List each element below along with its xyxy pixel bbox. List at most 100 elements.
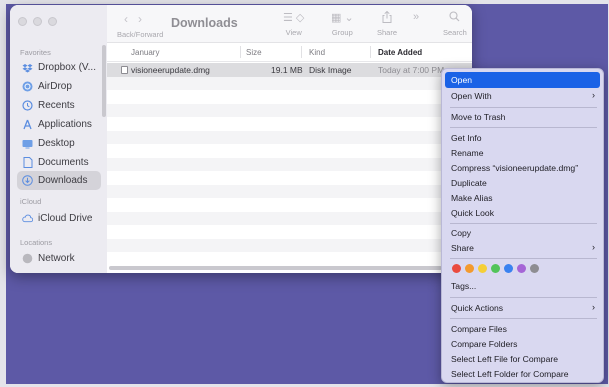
menu-separator [450, 318, 597, 319]
menu-item-move-to-trash[interactable]: Move to Trash [445, 109, 600, 125]
chevron-left-icon[interactable]: ‹ [124, 12, 138, 26]
more-toolbar-button[interactable]: » [413, 11, 419, 24]
search-button[interactable]: Search [443, 11, 467, 37]
search-label: Search [443, 28, 467, 37]
sidebar: Favorites Dropbox (V... AirDrop Recents … [10, 5, 107, 273]
view-label: View [285, 28, 302, 37]
menu-item-duplicate[interactable]: Duplicate [445, 175, 600, 191]
horizontal-scrollbar[interactable] [109, 266, 442, 270]
empty-row [107, 76, 472, 90]
double-chevron-right-icon: » [413, 11, 420, 23]
sidebar-item-label: Desktop [38, 138, 75, 149]
empty-row [107, 238, 472, 252]
chevron-right-icon[interactable]: › [138, 12, 152, 26]
tag-gray-dot[interactable] [530, 264, 539, 273]
sidebar-item-label: AirDrop [38, 81, 72, 92]
group-button[interactable]: ▦ ⌄ Group [331, 11, 354, 37]
menu-item-rename[interactable]: Rename [445, 145, 600, 161]
group-grid-icon: ▦ ⌄ [331, 12, 354, 24]
clock-icon [22, 100, 33, 111]
file-size: 19.1 MB [271, 65, 303, 75]
zoom-window-button[interactable] [48, 17, 57, 26]
network-icon [22, 253, 33, 264]
column-header-size[interactable]: Size [246, 48, 262, 57]
file-list: visioneerupdate.dmg 19.1 MB Disk Image T… [107, 63, 472, 265]
sidebar-item-recents[interactable]: Recents [17, 96, 101, 115]
window-controls [18, 17, 57, 26]
menu-item-compress[interactable]: Compress “visioneerupdate.dmg” [445, 160, 600, 176]
back-forward-buttons[interactable]: ‹› [124, 12, 152, 26]
menu-item-compare-folders[interactable]: Compare Folders [445, 336, 600, 352]
column-header-kind[interactable]: Kind [309, 48, 325, 57]
menu-item-get-info[interactable]: Get Info [445, 130, 600, 146]
close-window-button[interactable] [18, 17, 27, 26]
menu-item-compare-files[interactable]: Compare Files [445, 321, 600, 337]
menu-item-tags[interactable]: Tags... [445, 278, 600, 294]
sidebar-item-airdrop[interactable]: AirDrop [17, 77, 101, 96]
minimize-window-button[interactable] [33, 17, 42, 26]
sidebar-item-dropbox[interactable]: Dropbox (V... [17, 58, 101, 77]
menu-separator [450, 107, 597, 108]
menu-item-select-left-folder[interactable]: Select Left Folder for Compare [445, 366, 600, 382]
sidebar-item-icloud-drive[interactable]: iCloud Drive [17, 209, 101, 228]
chevron-right-icon: › [592, 242, 595, 252]
menu-item-open[interactable]: Open [445, 72, 600, 88]
empty-row [107, 157, 472, 171]
view-button[interactable]: ☰ ◇ View [283, 11, 304, 37]
column-header-bar: January Size Kind Date Added [107, 43, 472, 62]
airdrop-icon [22, 81, 33, 92]
sidebar-item-applications[interactable]: Applications [17, 115, 101, 134]
sidebar-item-label: Dropbox (V... [38, 62, 96, 73]
menu-item-open-with[interactable]: Open With › [445, 88, 600, 104]
tag-red-dot[interactable] [452, 264, 461, 273]
column-header-name[interactable]: January [131, 48, 159, 57]
column-divider [240, 46, 241, 58]
empty-row [107, 184, 472, 198]
column-header-date-added[interactable]: Date Added [378, 48, 422, 57]
applications-icon [22, 119, 33, 130]
menu-item-select-left-file[interactable]: Select Left File for Compare [445, 351, 600, 367]
document-icon [22, 157, 33, 168]
file-name-cell: visioneerupdate.dmg [121, 65, 210, 75]
sidebar-scrollbar[interactable] [102, 45, 106, 117]
tag-green-dot[interactable] [491, 264, 500, 273]
menu-separator [450, 223, 597, 224]
toolbar: ‹› Back/Forward Downloads ☰ ◇ View ▦ ⌄ G… [107, 5, 472, 43]
sidebar-item-downloads[interactable]: Downloads [17, 171, 101, 190]
back-forward-label: Back/Forward [117, 30, 164, 39]
context-menu: Open Open With › Move to Trash Get Info … [441, 68, 604, 383]
sidebar-section-favorites: Favorites [20, 48, 51, 57]
sidebar-item-network[interactable]: Network [17, 249, 101, 268]
share-button[interactable]: Share [377, 10, 398, 37]
menu-item-label: Share [451, 242, 474, 253]
menu-item-quick-look[interactable]: Quick Look [445, 205, 600, 221]
file-name: visioneerupdate.dmg [131, 65, 210, 75]
column-divider [301, 46, 302, 58]
column-divider [370, 46, 371, 58]
sidebar-item-documents[interactable]: Documents [17, 153, 101, 172]
sidebar-section-locations: Locations [20, 238, 53, 247]
sidebar-item-label: Network [38, 253, 75, 264]
tag-blue-dot[interactable] [504, 264, 513, 273]
tag-yellow-dot[interactable] [478, 264, 487, 273]
sidebar-item-label: Applications [38, 119, 92, 130]
menu-item-share[interactable]: Share › [445, 240, 600, 256]
share-icon [382, 10, 392, 24]
menu-item-make-alias[interactable]: Make Alias [445, 190, 600, 206]
chevron-right-icon: › [592, 302, 595, 312]
search-icon [449, 11, 460, 24]
sidebar-item-desktop[interactable]: Desktop [17, 134, 101, 153]
menu-item-quick-actions[interactable]: Quick Actions › [445, 300, 600, 316]
menu-item-copy[interactable]: Copy [445, 225, 600, 241]
empty-row [107, 130, 472, 144]
sidebar-section-icloud: iCloud [20, 197, 42, 206]
menu-separator [450, 297, 597, 298]
disk-image-icon [121, 66, 128, 74]
tag-purple-dot[interactable] [517, 264, 526, 273]
tag-orange-dot[interactable] [465, 264, 474, 273]
cloud-icon [22, 213, 33, 224]
share-label: Share [377, 28, 398, 37]
file-kind: Disk Image [309, 65, 352, 75]
menu-separator [450, 127, 597, 128]
table-row[interactable]: visioneerupdate.dmg 19.1 MB Disk Image T… [107, 63, 472, 77]
